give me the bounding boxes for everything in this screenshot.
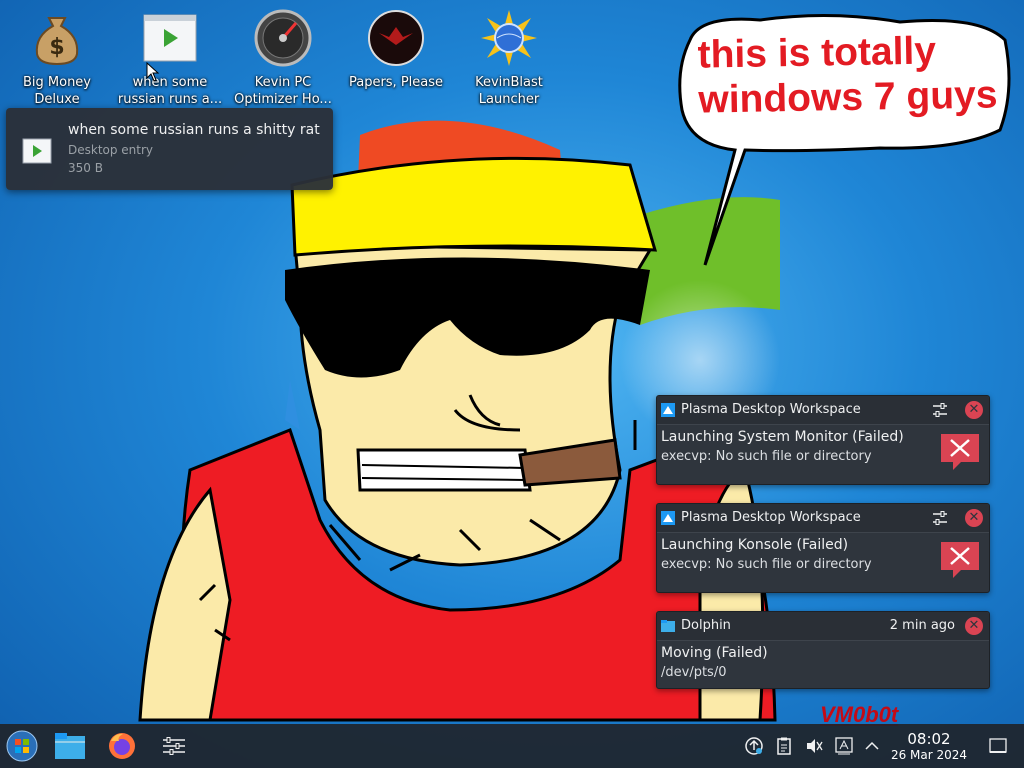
start-menu-button[interactable] bbox=[4, 728, 40, 764]
desktop-icon-label: Papers, Please bbox=[348, 75, 444, 90]
notification-title: Launching System Monitor (Failed) bbox=[661, 429, 904, 445]
start-menu-icon bbox=[6, 730, 38, 762]
error-icon bbox=[941, 434, 979, 470]
notification-system-monitor[interactable]: Plasma Desktop Workspace ✕ Launching Sys… bbox=[656, 395, 990, 485]
desktop-icon-label: Big Money Deluxe bbox=[22, 75, 91, 107]
notification-body: execvp: No such file or directory bbox=[661, 557, 872, 572]
globe-icon bbox=[479, 8, 539, 68]
desktop-icon-big-money-deluxe[interactable]: $ Big Money Deluxe bbox=[0, 8, 114, 108]
folder-icon bbox=[661, 620, 675, 632]
notification-header: Plasma Desktop Workspace ✕ bbox=[657, 396, 989, 425]
close-icon[interactable]: ✕ bbox=[965, 401, 983, 419]
desktop-icon-russian-rat[interactable]: when some russian runs a... bbox=[113, 8, 227, 108]
eagle-emblem-icon bbox=[366, 8, 426, 68]
expand-tray-icon[interactable] bbox=[862, 736, 882, 756]
clock-date[interactable]: 26 Mar 2024 bbox=[886, 748, 972, 762]
tooltip-file-size: 350 B bbox=[68, 161, 103, 175]
firefox-button[interactable] bbox=[104, 728, 140, 764]
desktop-icon-kevin-pc-optimizer[interactable]: Kevin PC Optimizer Ho... bbox=[226, 8, 340, 108]
tooltip-title: when some russian runs a shitty rat bbox=[68, 122, 320, 138]
tooltip-file-type: Desktop entry bbox=[68, 143, 154, 157]
system-settings-button[interactable] bbox=[156, 728, 192, 764]
notification-settings-icon[interactable] bbox=[931, 509, 949, 527]
close-icon[interactable]: ✕ bbox=[965, 617, 983, 635]
notification-settings-icon[interactable] bbox=[931, 401, 949, 419]
desktop-entry-tooltip: when some russian runs a shitty rat Desk… bbox=[6, 108, 333, 190]
input-method-icon[interactable] bbox=[834, 736, 854, 756]
desktop-icon-label: when some russian runs a... bbox=[117, 75, 223, 107]
notification-title: Moving (Failed) bbox=[661, 645, 768, 661]
desktop-icon-kevinblast-launcher[interactable]: KevinBlast Launcher bbox=[452, 8, 566, 108]
desktop-icon-label: KevinBlast Launcher bbox=[475, 75, 543, 107]
notification-header: Plasma Desktop Workspace ✕ bbox=[657, 504, 989, 533]
notification-body: /dev/pts/0 bbox=[661, 665, 727, 680]
svg-text:$: $ bbox=[49, 35, 64, 60]
money-bag-icon: $ bbox=[27, 8, 87, 68]
error-icon bbox=[941, 542, 979, 578]
plasma-icon bbox=[661, 511, 675, 525]
notification-title: Launching Konsole (Failed) bbox=[661, 537, 849, 553]
plasma-icon bbox=[661, 403, 675, 417]
play-icon bbox=[22, 138, 52, 164]
speech-bubble-text: this is totally windows 7 guys bbox=[697, 29, 998, 122]
firefox-icon bbox=[109, 733, 135, 759]
desktop-icon-label: Kevin PC Optimizer Ho... bbox=[234, 75, 332, 107]
show-desktop-icon[interactable] bbox=[988, 736, 1008, 756]
notification-body: execvp: No such file or directory bbox=[661, 449, 872, 464]
notification-timestamp: 2 min ago bbox=[889, 618, 955, 633]
volume-muted-icon[interactable] bbox=[804, 736, 824, 756]
notification-konsole[interactable]: Plasma Desktop Workspace ✕ Launching Kon… bbox=[656, 503, 990, 593]
updates-icon[interactable] bbox=[744, 736, 764, 756]
file-manager-button[interactable] bbox=[52, 728, 88, 764]
mouse-cursor-icon bbox=[146, 62, 160, 82]
close-icon[interactable]: ✕ bbox=[965, 509, 983, 527]
notification-app-name: Plasma Desktop Workspace bbox=[681, 510, 861, 525]
gauge-icon bbox=[253, 8, 313, 68]
desktop-icon-papers-please[interactable]: Papers, Please bbox=[339, 8, 453, 108]
notification-app-name: Plasma Desktop Workspace bbox=[681, 402, 861, 417]
play-icon bbox=[140, 8, 200, 68]
notification-dolphin[interactable]: Dolphin 2 min ago ✕ Moving (Failed) /dev… bbox=[656, 611, 990, 689]
clipboard-icon[interactable] bbox=[774, 736, 794, 756]
settings-sliders-icon bbox=[163, 737, 185, 755]
clock-time[interactable]: 08:02 bbox=[898, 730, 960, 748]
notification-app-name: Dolphin bbox=[681, 618, 731, 633]
file-manager-icon bbox=[55, 733, 85, 759]
notification-header: Dolphin 2 min ago ✕ bbox=[657, 612, 989, 641]
taskbar: 08:02 26 Mar 2024 bbox=[0, 724, 1024, 768]
